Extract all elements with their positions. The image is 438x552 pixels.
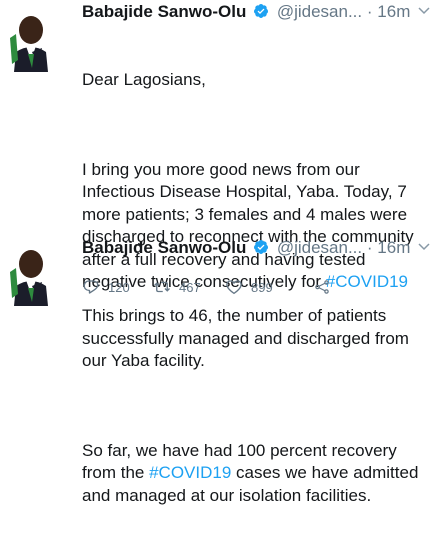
text-run: Dear Lagosians, [82,70,206,89]
tweet-1[interactable]: Babajide Sanwo-Olu @jidesan... · 16m Dea… [0,0,438,291]
avatar-portrait-icon [8,242,48,306]
separator-dot: · [366,238,373,257]
separator-dot: · [366,2,373,21]
tweet-content: Babajide Sanwo-Olu @jidesan... · 16m Thi… [82,236,430,552]
tweet-header: Babajide Sanwo-Olu @jidesan... · 16m [82,236,430,260]
tweet-text: This brings to 46, the number of patient… [82,260,430,552]
author-name[interactable]: Babajide Sanwo-Olu [82,238,246,257]
avatar-portrait-icon [8,8,48,72]
verified-badge-icon [254,4,269,18]
tweet-paragraph: So far, we have had 100 percent recovery… [82,440,430,508]
author-handle[interactable]: @jidesan... [277,2,362,21]
tweet-2[interactable]: Babajide Sanwo-Olu @jidesan... · 16m Thi… [0,236,438,505]
verified-badge-icon [254,240,269,254]
tweet-paragraph: Dear Lagosians, [82,69,430,92]
tweet-header: Babajide Sanwo-Olu @jidesan... · 16m [82,0,430,24]
text-run: This brings to 46, the number of patient… [82,306,414,370]
avatar[interactable] [8,242,48,306]
tweet-timestamp[interactable]: 16m [377,2,410,21]
chevron-down-icon[interactable] [418,6,430,16]
author-handle[interactable]: @jidesan... [277,238,362,257]
hashtag-link[interactable]: #COVID19 [149,463,231,482]
author-name[interactable]: Babajide Sanwo-Olu [82,2,246,21]
avatar[interactable] [8,8,48,72]
tweet-paragraph: This brings to 46, the number of patient… [82,305,430,373]
tweet-timestamp[interactable]: 16m [377,238,410,257]
chevron-down-icon[interactable] [418,242,430,252]
